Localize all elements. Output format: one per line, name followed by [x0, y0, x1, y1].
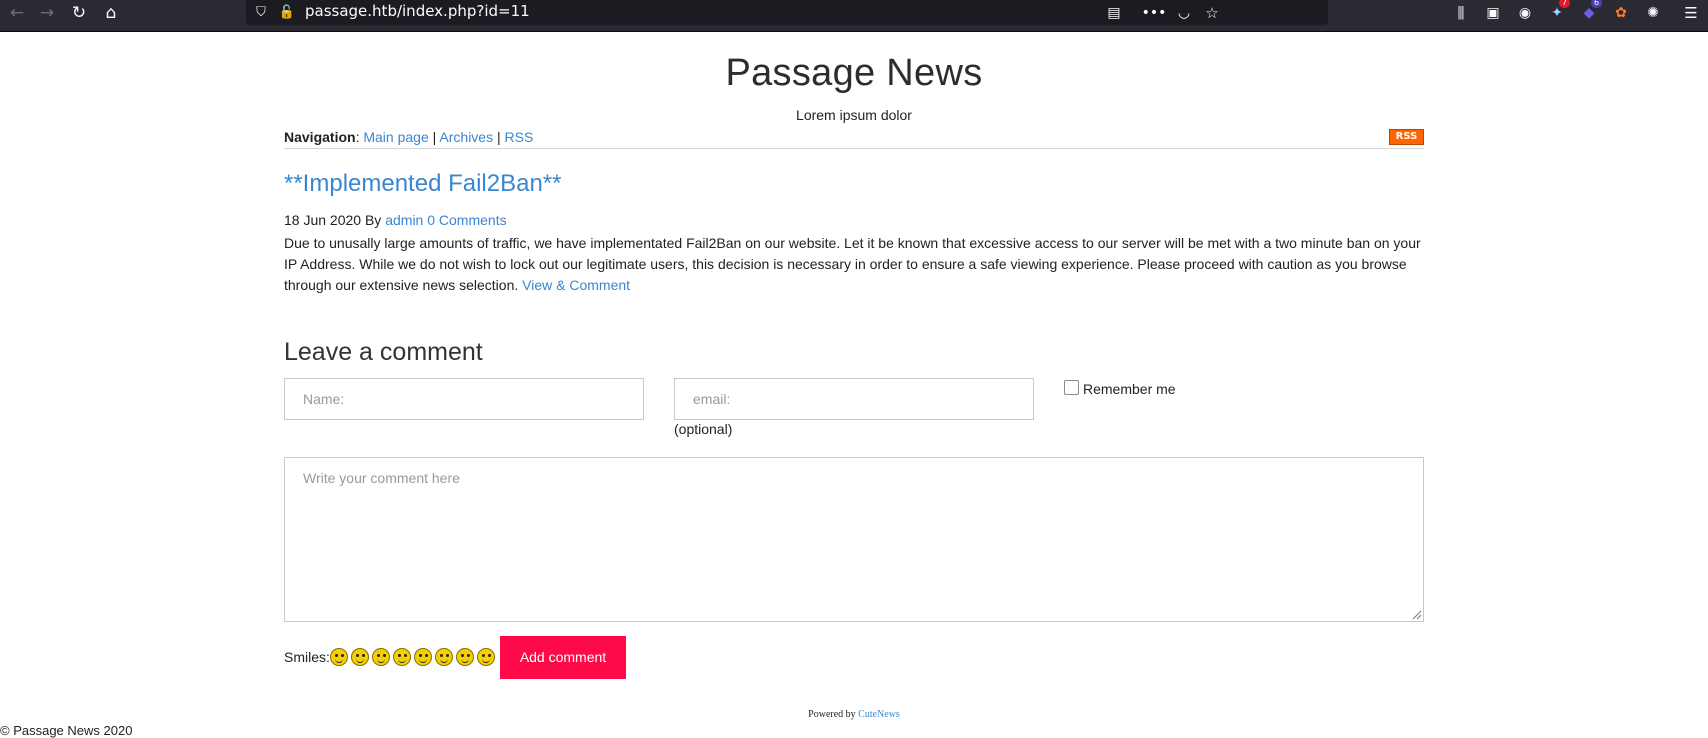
smiley-icon[interactable] [371, 648, 390, 666]
smiles-bar: Smiles: [284, 648, 495, 666]
remember-label: Remember me [1083, 381, 1176, 397]
shield-icon[interactable]: ⛉ [252, 0, 270, 25]
smiles-label: Smiles: [284, 649, 330, 665]
browser-toolbar: ← → ↻ ⌂ ⛉ 🔓 ▤ ••• ◡ ☆ passage.htb/index.… [0, 0, 1708, 32]
extension-icon[interactable]: ◆ 6 [1579, 0, 1603, 25]
nav-label: Navigation [284, 129, 356, 145]
post-meta: 18 Jun 2020 By admin 0 Comments [284, 212, 507, 228]
powered-by-text: Powered by [808, 709, 856, 720]
comment-textarea[interactable]: Write your comment here [284, 457, 1424, 622]
post-date: 18 Jun 2020 [284, 212, 362, 228]
menu-icon[interactable]: ☰ [1681, 0, 1701, 25]
insecure-lock-icon[interactable]: 🔓 [278, 0, 296, 25]
page-title: Passage News [725, 52, 983, 94]
forward-icon[interactable]: → [36, 0, 58, 25]
account-icon[interactable]: ◉ [1515, 0, 1535, 25]
pocket-icon[interactable]: ◡ [1174, 0, 1194, 25]
nav-main-page-link[interactable]: Main page [363, 129, 428, 145]
extension-icon[interactable]: ✦ 7 [1547, 0, 1571, 25]
smiley-icon[interactable] [329, 648, 348, 666]
smiley-icon[interactable] [413, 648, 432, 666]
comment-heading: Leave a comment [284, 338, 483, 366]
smiley-icon[interactable] [476, 648, 495, 666]
more-icon[interactable]: ••• [1142, 0, 1167, 25]
remember-checkbox[interactable] [1064, 379, 1079, 395]
url-text[interactable]: passage.htb/index.php?id=11 [305, 2, 530, 20]
library-icon[interactable]: ⫼ [1451, 0, 1471, 25]
back-icon[interactable]: ← [6, 0, 28, 25]
post-by: By [364, 212, 382, 228]
reader-view-icon[interactable]: ▤ [1104, 0, 1124, 25]
comment-placeholder: Write your comment here [303, 470, 460, 486]
resize-handle-icon[interactable] [1410, 608, 1422, 620]
nav-rss-link[interactable]: RSS [505, 129, 534, 145]
name-input[interactable]: Name: [284, 378, 644, 420]
post-comments-link[interactable]: 0 Comments [427, 212, 506, 228]
post-author-link[interactable]: admin [385, 212, 423, 228]
home-icon[interactable]: ⌂ [100, 0, 122, 25]
badge: 6 [1591, 0, 1603, 8]
badge: 7 [1559, 0, 1571, 8]
extension-icon[interactable]: ✿ [1611, 0, 1631, 25]
powered-by: Powered by CuteNews [0, 709, 1708, 720]
email-optional-note: (optional) [674, 421, 733, 437]
rss-icon[interactable]: RSS [1389, 129, 1424, 145]
cutenews-link[interactable]: CuteNews [858, 709, 900, 720]
smiley-icon[interactable] [350, 648, 369, 666]
bookmark-star-icon[interactable]: ☆ [1202, 0, 1222, 25]
smiley-icon[interactable] [434, 648, 453, 666]
post-title[interactable]: **Implemented Fail2Ban** [284, 170, 562, 198]
sidebar-icon[interactable]: ▣ [1483, 0, 1503, 25]
remember-me[interactable]: Remember me [1064, 379, 1176, 397]
view-comment-link[interactable]: View & Comment [522, 277, 630, 293]
email-input[interactable]: email: [674, 378, 1034, 420]
post-body: Due to unusally large amounts of traffic… [284, 233, 1424, 296]
nav-archives-link[interactable]: Archives [439, 129, 493, 145]
navigation-bar: Navigation: Main page | Archives | RSS R… [284, 129, 1424, 149]
page-subtitle: Lorem ipsum dolor [796, 107, 912, 123]
smiley-icon[interactable] [392, 648, 411, 666]
extension-icon[interactable]: ✺ [1643, 0, 1663, 25]
smiley-icon[interactable] [455, 648, 474, 666]
reload-icon[interactable]: ↻ [68, 0, 90, 25]
add-comment-button[interactable]: Add comment [500, 636, 626, 679]
post-body-text: Due to unusally large amounts of traffic… [284, 235, 1421, 293]
